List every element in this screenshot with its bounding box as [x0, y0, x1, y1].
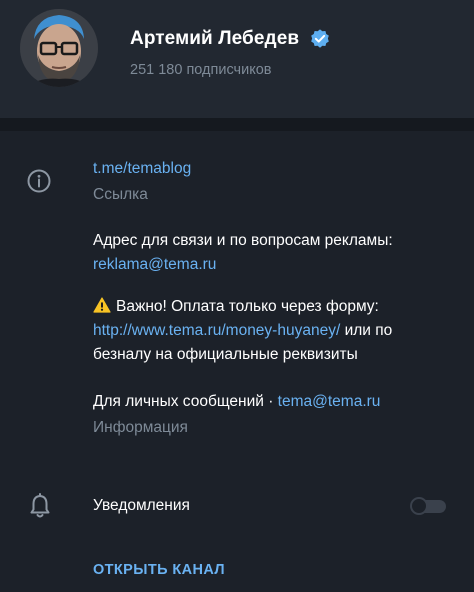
channel-header: Артемий Лебедев 251 180 подписчиков	[0, 0, 474, 118]
channel-link-block: t.me/temablog Ссылка	[93, 157, 191, 207]
avatar[interactable]	[20, 9, 98, 87]
contact-email-link[interactable]: reklama@tema.ru	[93, 253, 393, 277]
section-divider	[0, 118, 474, 131]
payment-line-3: безналу на официальные реквизиты	[93, 346, 358, 363]
personal-block: Для личных сообщений · tema@tema.ru Инфо…	[93, 390, 380, 440]
open-channel-button[interactable]: ОТКРЫТЬ КАНАЛ	[93, 562, 225, 578]
info-caption: Информация	[93, 419, 188, 436]
notifications-toggle[interactable]	[410, 497, 446, 515]
payment-block: Важно! Оплата только через форму: http:/…	[93, 295, 392, 367]
payment-text: Важно! Оплата только через форму:	[116, 298, 379, 315]
personal-text: Для личных сообщений ·	[93, 393, 278, 410]
channel-link[interactable]: t.me/temablog	[93, 157, 191, 181]
warning-icon	[93, 297, 111, 313]
notifications-label: Уведомления	[93, 497, 190, 514]
info-icon	[27, 169, 51, 193]
personal-email-link[interactable]: tema@tema.ru	[278, 393, 381, 410]
contact-text: Адрес для связи и по вопросам рекламы:	[93, 232, 393, 249]
channel-name: Артемий Лебедев	[130, 28, 300, 49]
personal-line: Для личных сообщений · tema@tema.ru	[93, 390, 380, 414]
payment-link[interactable]: http://www.tema.ru/money-huyaney/	[93, 322, 340, 339]
subscriber-count: 251 180 подписчиков	[130, 62, 272, 78]
toggle-knob	[410, 497, 428, 515]
payment-text-2: или по	[340, 322, 393, 339]
bell-icon	[30, 493, 50, 518]
verified-badge-icon	[311, 29, 329, 48]
avatar-photo	[20, 9, 98, 87]
payment-line-1: Важно! Оплата только через форму:	[93, 295, 392, 319]
payment-line-2: http://www.tema.ru/money-huyaney/ или по	[93, 319, 392, 343]
description-block: Адрес для связи и по вопросам рекламы: r…	[93, 229, 393, 277]
link-caption: Ссылка	[93, 186, 148, 203]
name-row: Артемий Лебедев	[130, 28, 331, 50]
